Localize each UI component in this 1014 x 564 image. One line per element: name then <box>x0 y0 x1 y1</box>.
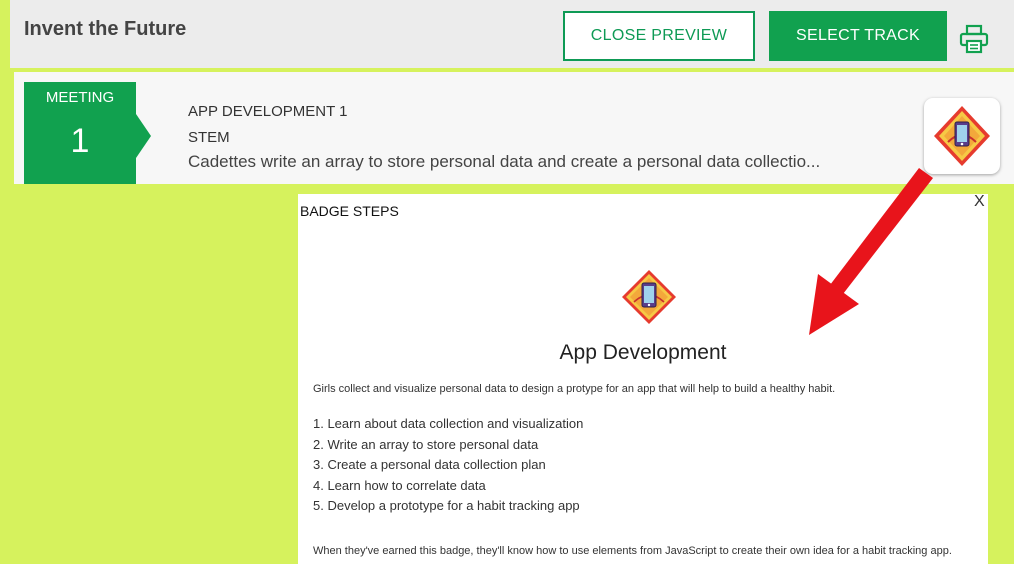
list-item: 1. Learn about data collection and visua… <box>313 416 584 431</box>
meeting-description: Cadettes write an array to store persona… <box>188 152 821 171</box>
modal-close-button[interactable]: X <box>974 194 985 211</box>
list-item: 5. Develop a prototype for a habit track… <box>313 498 580 513</box>
meeting-label: MEETING <box>45 89 115 106</box>
meeting-name: APP DEVELOPMENT 1 <box>188 103 348 120</box>
meeting-row[interactable]: MEETING 1 APP DEVELOPMENT 1 STEM Cadette… <box>14 72 1014 184</box>
modal-heading: BADGE STEPS <box>300 203 399 219</box>
printer-icon[interactable] <box>958 24 990 54</box>
list-item: 4. Learn how to correlate data <box>313 477 486 493</box>
badge-title: App Development <box>559 341 727 364</box>
close-preview-button[interactable]: CLOSE PREVIEW <box>563 11 755 61</box>
list-item: 3. Create a personal data collection pla… <box>313 457 546 472</box>
meeting-number-badge: MEETING 1 <box>24 82 136 184</box>
header-bar: Invent the Future CLOSE PREVIEW SELECT T… <box>10 0 1014 68</box>
page-title: Invent the Future <box>24 18 187 40</box>
meeting-category: STEM <box>188 129 230 146</box>
list-item: 2. Write an array to store personal data <box>313 436 539 452</box>
badge-thumbnail[interactable] <box>924 98 1000 174</box>
badge-steps-modal: BADGE STEPS X App Development Girls coll… <box>298 194 988 564</box>
badge-footer-text: When they've earned this badge, they'll … <box>313 545 952 557</box>
badge-steps-list: 1. Learn about data collection and visua… <box>313 416 583 519</box>
app-development-badge-icon <box>934 106 990 166</box>
app-development-badge-icon <box>622 270 676 324</box>
badge-intro: Girls collect and visualize personal dat… <box>313 383 836 395</box>
meeting-number: 1 <box>70 122 90 160</box>
meeting-badge-pointer <box>136 114 151 158</box>
select-track-button[interactable]: SELECT TRACK <box>769 11 947 61</box>
